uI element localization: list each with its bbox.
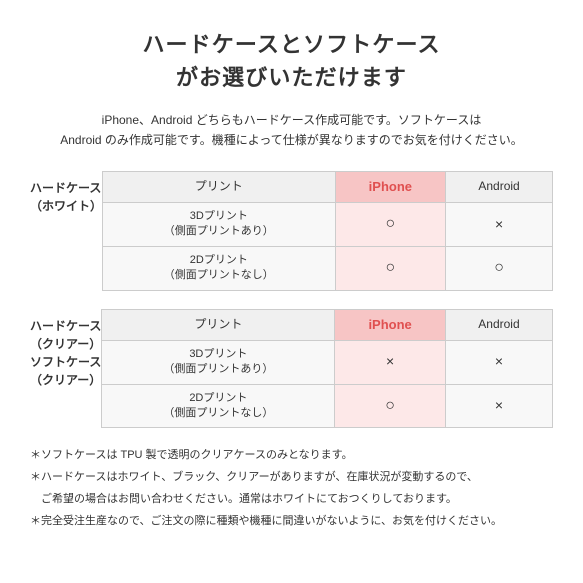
section-clear: ハードケース （クリアー） ソフトケース （クリアー） プリント iPhone … xyxy=(30,309,553,429)
td-iphone-2d-1: ○ xyxy=(335,246,446,290)
td-print-2d-2: 2Dプリント（側面プリントなし） xyxy=(102,384,335,428)
page-container: ハードケースとソフトケース がお選びいただけます iPhone、Android … xyxy=(0,0,583,557)
table-1: プリント iPhone Android 3Dプリント（側面プリントあり） ○ ×… xyxy=(102,171,553,291)
td-android-3d-2: × xyxy=(445,340,552,384)
section-hard-white: ハードケース （ホワイト） プリント iPhone Android 3Dプリント… xyxy=(30,171,553,291)
td-android-2d-1: ○ xyxy=(446,246,553,290)
td-android-2d-2: × xyxy=(445,384,552,428)
td-iphone-3d-1: ○ xyxy=(335,202,446,246)
td-print-2d-1: 2Dプリント（側面プリントなし） xyxy=(103,246,336,290)
description-text: iPhone、Android どちらもハードケース作成可能です。ソフトケースは … xyxy=(30,110,553,151)
th-android-2: Android xyxy=(445,309,552,340)
table-row: 2Dプリント（側面プリントなし） ○ × xyxy=(102,384,553,428)
table-wrapper-2: ハードケース （クリアー） ソフトケース （クリアー） プリント iPhone … xyxy=(30,309,553,429)
th-android-1: Android xyxy=(446,171,553,202)
td-android-3d-1: × xyxy=(446,202,553,246)
note-2: ＊ハードケースはホワイト、ブラック、クリアーがありますが、在庫状況が変動するので… xyxy=(30,468,553,488)
note-1: ＊ソフトケースは TPU 製で透明のクリアケースのみとなります。 xyxy=(30,446,553,466)
row-header-1: ハードケース （ホワイト） xyxy=(30,171,102,215)
table-row: 2Dプリント（側面プリントなし） ○ ○ xyxy=(103,246,553,290)
row-header-2: ハードケース （クリアー） ソフトケース （クリアー） xyxy=(30,309,101,389)
td-print-3d-2: 3Dプリント（側面プリントあり） xyxy=(102,340,335,384)
th-print-2: プリント xyxy=(102,309,335,340)
table-row: 3Dプリント（側面プリントあり） × × xyxy=(102,340,553,384)
td-print-3d-1: 3Dプリント（側面プリントあり） xyxy=(103,202,336,246)
table-wrapper-1: ハードケース （ホワイト） プリント iPhone Android 3Dプリント… xyxy=(30,171,553,291)
th-iphone-2: iPhone xyxy=(335,309,446,340)
note-2b: ご希望の場合はお問い合わせください。通常はホワイトにておつくりしております。 xyxy=(30,490,553,510)
td-iphone-2d-2: ○ xyxy=(335,384,446,428)
notes-section: ＊ソフトケースは TPU 製で透明のクリアケースのみとなります。 ＊ハードケース… xyxy=(30,446,553,531)
th-print-1: プリント xyxy=(103,171,336,202)
note-3: ＊完全受注生産なので、ご注文の際に種類や機種に間違いがないように、お気を付けくだ… xyxy=(30,512,553,532)
main-title: ハードケースとソフトケース がお選びいただけます xyxy=(30,28,553,94)
table-row: 3Dプリント（側面プリントあり） ○ × xyxy=(103,202,553,246)
td-iphone-3d-2: × xyxy=(335,340,446,384)
table-2: プリント iPhone Android 3Dプリント（側面プリントあり） × ×… xyxy=(101,309,553,429)
th-iphone-1: iPhone xyxy=(335,171,446,202)
